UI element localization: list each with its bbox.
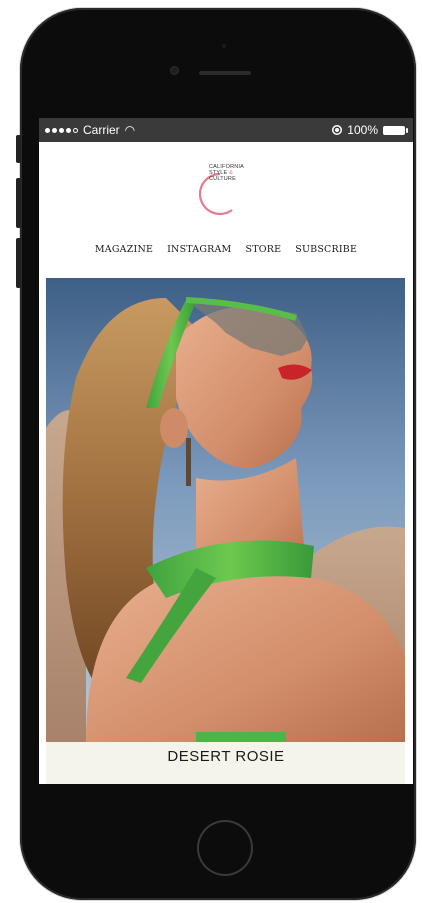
main-nav: MAGAZINE INSTAGRAM STORE SUBSCRIBE [39, 244, 413, 255]
status-right: 100% [332, 118, 408, 142]
logo-line-culture: CULTURE [209, 176, 236, 182]
hero-image[interactable] [46, 278, 405, 742]
battery-percent: 100% [347, 123, 378, 137]
carrier-label: Carrier [83, 123, 120, 137]
home-button[interactable] [197, 820, 253, 876]
mute-switch [16, 135, 21, 163]
article-title[interactable]: DESERT ROSIE [39, 748, 413, 765]
battery-icon [383, 125, 408, 135]
phone-screen: Carrier ◠ 100% CALIFORNIA STYLE & CULTUR… [39, 118, 413, 784]
wifi-icon: ◠ [124, 123, 136, 137]
nav-store[interactable]: STORE [246, 244, 282, 255]
status-bar: Carrier ◠ 100% [39, 118, 413, 142]
brand-logo-text: CALIFORNIA STYLE & CULTURE [209, 164, 244, 182]
front-camera [170, 66, 179, 75]
volume-up-button [16, 178, 21, 228]
nav-magazine[interactable]: MAGAZINE [95, 244, 153, 255]
nav-subscribe[interactable]: SUBSCRIBE [295, 244, 357, 255]
nav-instagram[interactable]: INSTAGRAM [167, 244, 231, 255]
signal-strength-icon [45, 127, 78, 133]
earpiece-speaker [199, 71, 251, 75]
sensor-dot [222, 44, 226, 48]
orientation-lock-icon [332, 125, 342, 135]
volume-down-button [16, 238, 21, 288]
